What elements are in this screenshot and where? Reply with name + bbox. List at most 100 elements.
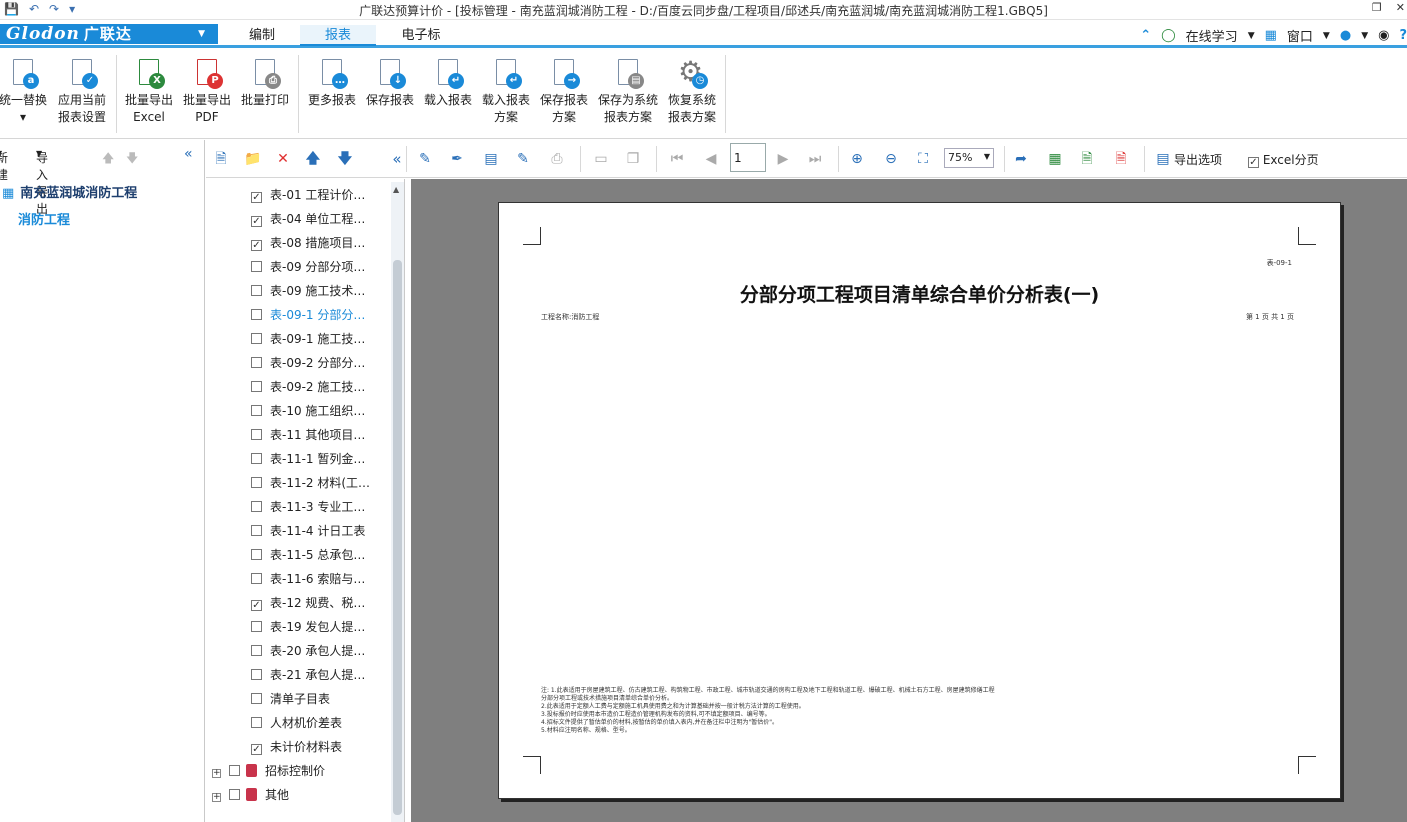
restore-system-scheme-button[interactable]: ⚙ ◷ 恢复系统 报表方案 bbox=[665, 57, 719, 126]
report-list-item[interactable]: 表-11-1 暂列金… bbox=[251, 451, 365, 469]
report-checkbox[interactable] bbox=[251, 573, 262, 584]
close-icon[interactable]: ✕ bbox=[1396, 1, 1405, 14]
page-setup-icon[interactable]: ▤ bbox=[482, 150, 500, 168]
move-down-icon[interactable]: 🡇 bbox=[126, 149, 138, 170]
chevron-down-icon[interactable]: ▼ bbox=[1361, 31, 1368, 41]
report-group[interactable]: + 其他 bbox=[212, 787, 289, 805]
report-list-item[interactable]: 表-20 承包人提… bbox=[251, 643, 365, 661]
batch-print-button[interactable]: ⎙ 批量打印 bbox=[238, 57, 292, 109]
tab-ebid[interactable]: 电子标 bbox=[386, 25, 456, 46]
report-list-item[interactable]: 表-09-1 分部分… bbox=[251, 307, 365, 325]
zoom-out-icon[interactable]: ⊖ bbox=[882, 150, 900, 168]
page-number-input[interactable]: 1 bbox=[730, 143, 766, 172]
report-checkbox[interactable] bbox=[251, 525, 262, 536]
export-excel-icon[interactable]: ▦ bbox=[1046, 150, 1064, 168]
report-checkbox[interactable] bbox=[251, 357, 262, 368]
report-checkbox[interactable]: ✓ bbox=[251, 216, 262, 227]
report-list-item[interactable]: ✓ 未计价材料表 bbox=[251, 739, 342, 757]
new-folder-icon[interactable]: 📁 bbox=[244, 150, 262, 168]
collapse-list-icon[interactable]: « bbox=[388, 150, 406, 168]
save-report-button[interactable]: ↓ 保存报表 bbox=[363, 57, 417, 109]
window-menu-button[interactable]: 窗口 bbox=[1287, 26, 1313, 45]
report-list-item[interactable]: ✓ 表-04 单位工程… bbox=[251, 211, 365, 229]
report-list-item[interactable]: 人材机价差表 bbox=[251, 715, 342, 733]
zoom-in-icon[interactable]: ⊕ bbox=[848, 150, 866, 168]
print-icon[interactable]: ⎙ bbox=[548, 150, 566, 168]
report-list-scrollbar[interactable]: ▲ bbox=[391, 182, 404, 822]
collapse-ribbon-icon[interactable]: ⌃ bbox=[1140, 28, 1151, 43]
group-checkbox[interactable] bbox=[229, 765, 240, 776]
tree-node-unit[interactable]: 消防工程 bbox=[18, 209, 70, 228]
report-checkbox[interactable] bbox=[251, 549, 262, 560]
tab-edit[interactable]: 编制 bbox=[230, 25, 294, 46]
save-scheme-button[interactable]: → 保存报表 方案 bbox=[537, 57, 591, 126]
report-list-item[interactable]: 清单子目表 bbox=[251, 691, 330, 709]
report-checkbox[interactable] bbox=[251, 717, 262, 728]
report-checkbox[interactable] bbox=[251, 669, 262, 680]
report-checkbox[interactable] bbox=[251, 501, 262, 512]
load-scheme-button[interactable]: ↵ 载入报表 方案 bbox=[479, 57, 533, 126]
excel-paging-checkbox[interactable]: ✓ Excel分页 bbox=[1248, 151, 1319, 168]
chevron-down-icon[interactable]: ▼ bbox=[1323, 31, 1330, 41]
report-checkbox[interactable]: ✓ bbox=[251, 600, 262, 611]
fit-page-icon[interactable]: ⛶ bbox=[914, 150, 932, 168]
report-list-item[interactable]: ✓ 表-08 措施项目… bbox=[251, 235, 365, 253]
load-report-button[interactable]: ↵ 载入报表 bbox=[421, 57, 475, 109]
report-list-item[interactable]: 表-11-6 索赔与… bbox=[251, 571, 365, 589]
prev-page-icon[interactable]: ◀ bbox=[702, 150, 720, 168]
export-excel-button[interactable]: X 批量导出 Excel bbox=[122, 57, 176, 126]
report-list-item[interactable]: 表-11-4 计日工表 bbox=[251, 523, 365, 541]
edit-design-icon[interactable]: ✎ bbox=[416, 150, 434, 168]
brush-icon[interactable]: ✒ bbox=[448, 150, 466, 168]
report-checkbox[interactable] bbox=[251, 429, 262, 440]
report-list-item[interactable]: 表-11-2 材料(工… bbox=[251, 475, 370, 493]
delete-icon[interactable]: ✕ bbox=[274, 150, 292, 168]
report-list-item[interactable]: 表-11-5 总承包… bbox=[251, 547, 365, 565]
report-list-item[interactable]: ✓ 表-12 规费、税… bbox=[251, 595, 365, 613]
report-list-item[interactable]: ✓ 表-01 工程计价… bbox=[251, 187, 365, 205]
report-checkbox[interactable] bbox=[251, 477, 262, 488]
expand-icon[interactable]: + bbox=[212, 769, 221, 778]
report-checkbox[interactable]: ✓ bbox=[251, 240, 262, 251]
report-checkbox[interactable] bbox=[251, 309, 262, 320]
export-pdf-icon[interactable]: 🗎 bbox=[1112, 150, 1130, 168]
move-up-icon[interactable]: 🡅 bbox=[102, 149, 114, 170]
report-checkbox[interactable] bbox=[251, 453, 262, 464]
report-list-item[interactable]: 表-09 分部分项… bbox=[251, 259, 365, 277]
scroll-up-icon[interactable]: ▲ bbox=[393, 185, 399, 194]
export-excel-file-icon[interactable]: 🗎 bbox=[1078, 150, 1096, 168]
user-icon[interactable]: ● bbox=[1340, 28, 1351, 43]
tree-node-project[interactable]: ▦ 南充蓝润城消防工程 bbox=[2, 182, 137, 201]
apply-settings-button[interactable]: ✓ 应用当前 报表设置 bbox=[56, 57, 108, 126]
unify-replace-button[interactable]: a 统一替换 ▾ bbox=[0, 57, 48, 126]
report-list-item[interactable]: 表-09 施工技术… bbox=[251, 283, 365, 301]
scroll-thumb[interactable] bbox=[393, 260, 402, 815]
report-list-item[interactable]: 表-21 承包人提… bbox=[251, 667, 365, 685]
report-list-item[interactable]: 表-11-3 专业工… bbox=[251, 499, 365, 517]
report-list-item[interactable]: 表-11 其他项目… bbox=[251, 427, 365, 445]
report-list-item[interactable]: 表-10 施工组织… bbox=[251, 403, 365, 421]
export-pdf-button[interactable]: P 批量导出 PDF bbox=[180, 57, 234, 126]
app-menu-button[interactable]: Glodon 广联达 ▼ bbox=[0, 24, 218, 44]
arrow-down-icon[interactable]: 🡇 bbox=[336, 150, 354, 168]
report-checkbox[interactable] bbox=[251, 405, 262, 416]
report-list-item[interactable]: 表-09-2 施工技… bbox=[251, 379, 365, 397]
report-list-item[interactable]: 表-19 发包人提… bbox=[251, 619, 365, 637]
next-page-icon[interactable]: ▶ bbox=[774, 150, 792, 168]
export-current-icon[interactable]: ➦ bbox=[1012, 150, 1030, 168]
report-list-item[interactable]: 表-09-2 分部分… bbox=[251, 355, 365, 373]
checkbox[interactable]: ✓ bbox=[1248, 157, 1259, 168]
report-list-item[interactable]: 表-09-1 施工技… bbox=[251, 331, 365, 349]
chevron-down-icon[interactable]: ▼ bbox=[1248, 31, 1255, 41]
zoom-select[interactable]: 75% ▼ bbox=[944, 148, 994, 168]
report-checkbox[interactable] bbox=[251, 261, 262, 272]
report-checkbox[interactable] bbox=[251, 285, 262, 296]
arrow-up-icon[interactable]: 🡅 bbox=[304, 150, 322, 168]
single-page-icon[interactable]: ▭ bbox=[592, 150, 610, 168]
collapse-panel-icon[interactable]: « bbox=[184, 146, 193, 162]
restore-icon[interactable]: ❐ bbox=[1372, 1, 1382, 14]
export-options-button[interactable]: 导出选项 bbox=[1174, 151, 1222, 168]
report-checkbox[interactable]: ✓ bbox=[251, 192, 262, 203]
expand-icon[interactable]: + bbox=[212, 793, 221, 802]
more-reports-button[interactable]: … 更多报表 bbox=[305, 57, 359, 109]
